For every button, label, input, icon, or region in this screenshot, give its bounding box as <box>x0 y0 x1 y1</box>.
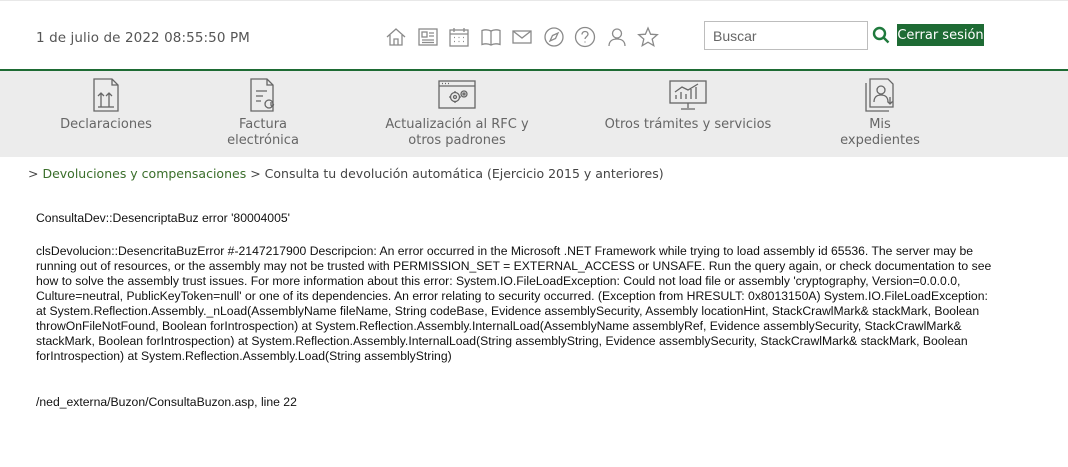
nav-item-declaraciones[interactable]: Declaraciones <box>58 77 154 133</box>
compass-icon[interactable] <box>542 25 566 49</box>
nav-item-factura-electronica[interactable]: Factura electrónica <box>220 77 306 149</box>
nav-item-actualizacion-rfc[interactable]: Actualización al RFC y otros padrones <box>378 77 536 149</box>
nav-label: Declaraciones <box>60 117 152 132</box>
home-icon[interactable] <box>384 25 408 49</box>
newspaper-icon[interactable] <box>416 25 440 49</box>
nav-label: Factura electrónica <box>227 117 299 148</box>
chart-screen-icon <box>669 80 707 110</box>
breadcrumb: > Devoluciones y compensaciones > Consul… <box>28 166 664 181</box>
star-icon[interactable] <box>636 25 660 49</box>
search-icon[interactable] <box>870 23 892 47</box>
user-icon[interactable] <box>605 25 629 49</box>
error-title: ConsultaDev::DesencriptaBuz error '80004… <box>36 211 290 225</box>
nav-label: Actualización al RFC y otros padrones <box>385 117 529 148</box>
breadcrumb-link-devoluciones[interactable]: Devoluciones y compensaciones <box>42 166 246 181</box>
top-bar: 1 de julio de 2022 08:55:50 PM Buscar Ce… <box>0 0 1068 70</box>
rfc-update-icon <box>438 80 476 109</box>
quick-icons-bar <box>384 25 668 49</box>
nav-item-mis-expedientes[interactable]: Mis expedientes <box>836 77 924 149</box>
main-nav: Declaraciones Factura electrónica Actual… <box>0 69 1068 157</box>
search-input[interactable] <box>704 21 868 50</box>
error-detail: clsDevolucion::DesencritaBuzError #-2147… <box>36 244 992 363</box>
current-datetime: 1 de julio de 2022 08:55:50 PM <box>36 30 250 46</box>
mail-icon[interactable] <box>510 25 534 49</box>
nav-label: Mis expedientes <box>840 117 920 148</box>
error-location: /ned_externa/Buzon/ConsultaBuzon.asp, li… <box>36 395 297 409</box>
book-icon[interactable] <box>479 25 503 49</box>
files-icon <box>865 78 894 112</box>
help-icon[interactable] <box>573 25 597 49</box>
nav-item-otros-tramites[interactable]: Otros trámites y servicios <box>600 77 776 133</box>
nav-label: Otros trámites y servicios <box>604 117 772 132</box>
invoice-icon <box>250 78 275 112</box>
breadcrumb-current: Consulta tu devolución automática (Ejerc… <box>264 166 664 181</box>
declarations-icon <box>93 78 119 112</box>
calendar-icon[interactable] <box>447 25 471 49</box>
logout-button[interactable]: Cerrar sesión <box>897 24 984 46</box>
